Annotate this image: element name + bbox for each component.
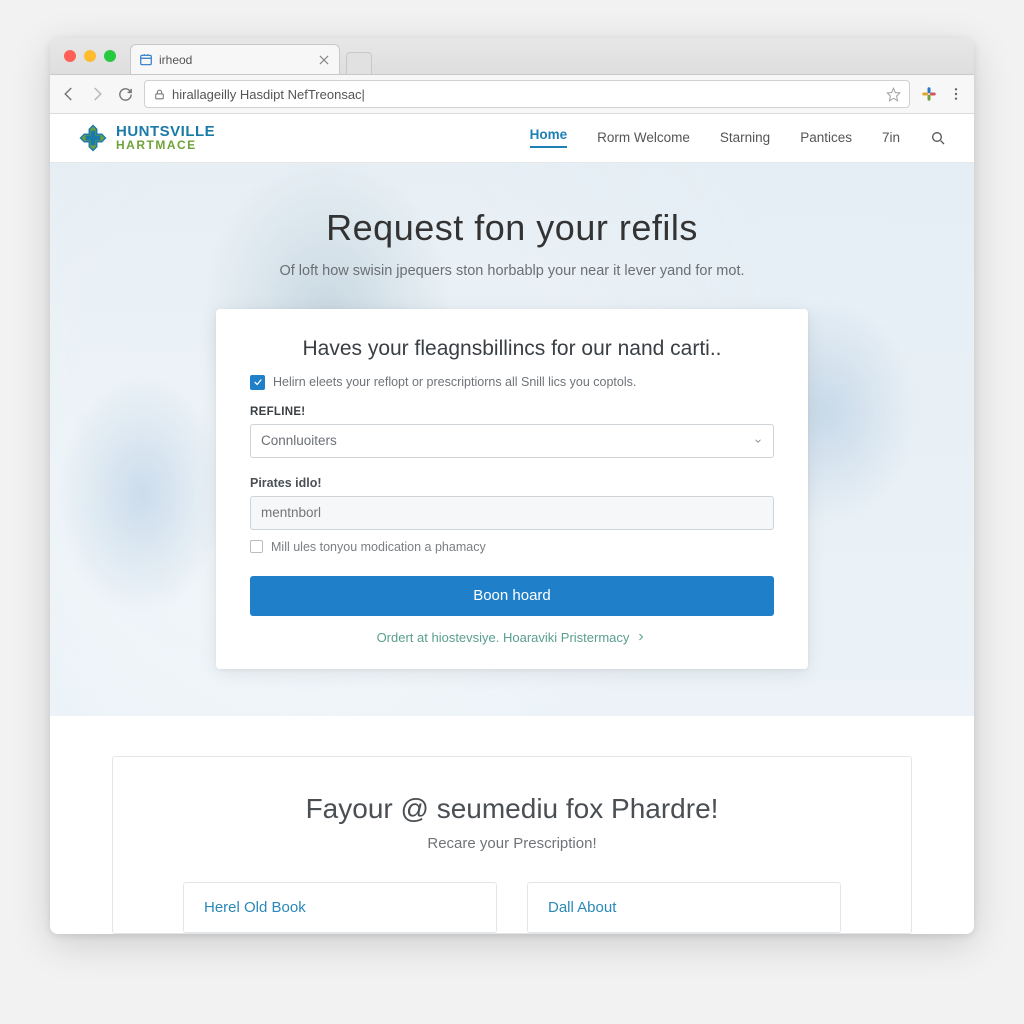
secondary-panel: Fayour @ seumediu fox Phardre! Recare yo… [112, 756, 912, 934]
reload-button[interactable] [116, 85, 134, 103]
input-label: Pirates idlo! [250, 476, 774, 490]
checkbox-checked-icon[interactable] [250, 375, 265, 390]
forward-button[interactable] [88, 85, 106, 103]
form-check-text: Helirn eleets your reflopt or prescripti… [273, 375, 636, 389]
window-controls [64, 50, 116, 62]
minimize-window-icon[interactable] [84, 50, 96, 62]
main-nav: Home Rorm Welcome Starning Pantices 7in [530, 127, 946, 148]
new-tab-button[interactable] [346, 52, 372, 74]
nav-welcome[interactable]: Rorm Welcome [597, 130, 690, 145]
site-header: HUNTSVILLE HARTMACE Home Rorm Welcome St… [50, 114, 974, 163]
nav-tin[interactable]: 7in [882, 130, 900, 145]
close-tab-icon[interactable] [317, 53, 331, 67]
link-card-2[interactable]: Dall About [527, 882, 841, 933]
form-check-row[interactable]: Helirn eleets your reflopt or prescripti… [250, 375, 774, 390]
select-value: Connluoiters [261, 433, 337, 448]
link-columns: Herel Old Book Dall About [183, 882, 841, 933]
browser-toolbar [50, 75, 974, 114]
bookmark-star-icon[interactable] [886, 87, 901, 102]
arrow-right-small-icon [635, 631, 647, 643]
browser-tab[interactable]: irheod [130, 44, 340, 74]
favicon-icon [139, 53, 153, 67]
refline-select[interactable]: Connluoiters [250, 424, 774, 458]
alt-link-text: Ordert at hiostevsiye. Hoaraviki Prister… [377, 630, 630, 645]
reload-icon [117, 86, 134, 103]
checkbox-unchecked-icon[interactable] [250, 540, 263, 553]
submit-button[interactable]: Boon hoard [250, 576, 774, 616]
section2-heading: Fayour @ seumediu fox Phardre! [183, 793, 841, 825]
browser-window: irheod [50, 38, 974, 934]
secondary-section: Fayour @ seumediu fox Phardre! Recare yo… [50, 716, 974, 934]
option-row[interactable]: Mill ules tonyou modication a phamacy [250, 540, 774, 554]
back-button[interactable] [60, 85, 78, 103]
hero-title: Request fon your refils [50, 207, 974, 249]
pirates-input[interactable] [250, 496, 774, 530]
arrow-right-icon [88, 85, 106, 103]
browser-menu-icon[interactable] [948, 86, 964, 102]
option-text: Mill ules tonyou modication a phamacy [271, 540, 486, 554]
chevron-down-icon [753, 436, 763, 446]
address-bar[interactable] [144, 80, 910, 108]
link-card-1[interactable]: Herel Old Book [183, 882, 497, 933]
hero-subtitle: Of loft how swisin jpequers ston horbabl… [50, 263, 974, 279]
nav-starning[interactable]: Starning [720, 130, 770, 145]
extension-icon[interactable] [920, 85, 938, 103]
url-input[interactable] [172, 87, 880, 102]
alt-order-link[interactable]: Ordert at hiostevsiye. Hoaraviki Prister… [250, 630, 774, 645]
logo-line-1: HUNTSVILLE [116, 124, 215, 139]
hero-section: Request fon your refils Of loft how swis… [50, 163, 974, 716]
arrow-left-icon [60, 85, 78, 103]
nav-pantices[interactable]: Pantices [800, 130, 852, 145]
site-logo[interactable]: HUNTSVILLE HARTMACE [78, 123, 215, 153]
select-label: REFLINE! [250, 406, 774, 418]
search-icon[interactable] [930, 130, 946, 146]
logo-cross-icon [78, 123, 108, 153]
close-window-icon[interactable] [64, 50, 76, 62]
tab-strip: irheod [50, 38, 974, 75]
nav-home[interactable]: Home [530, 127, 568, 148]
logo-text: HUNTSVILLE HARTMACE [116, 124, 215, 151]
form-heading: Haves your fleagnsbillincs for our nand … [250, 337, 774, 361]
logo-line-2: HARTMACE [116, 139, 215, 151]
tab-title: irheod [159, 53, 311, 67]
lock-icon [153, 88, 166, 101]
maximize-window-icon[interactable] [104, 50, 116, 62]
refill-form-card: Haves your fleagnsbillincs for our nand … [216, 309, 808, 669]
section2-subheading: Recare your Prescription! [183, 835, 841, 852]
